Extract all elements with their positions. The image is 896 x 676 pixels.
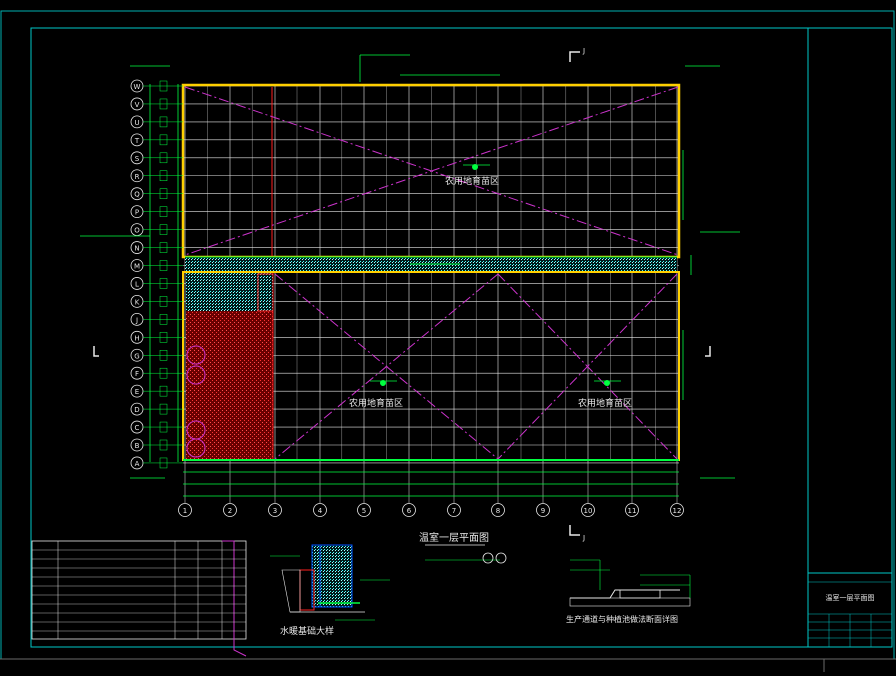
column-axis-8: 8 [491, 462, 505, 517]
row-axis-H: H [130, 330, 183, 344]
svg-text:K: K [135, 298, 140, 306]
svg-text:P: P [135, 209, 139, 217]
room-label-lower-right: 农用地育苗区 [578, 397, 632, 409]
svg-text:11: 11 [628, 507, 637, 515]
section-mark-bottom: J [582, 534, 585, 542]
svg-text:H: H [134, 334, 139, 342]
room-label-upper: 农用地育苗区 [445, 175, 499, 187]
detail-corridor-section: 生产通道与种植池做法断面详图 [566, 559, 691, 624]
svg-text:S: S [135, 155, 140, 163]
row-axis-J: J [130, 312, 183, 326]
svg-text:1: 1 [183, 507, 187, 515]
svg-text:B: B [135, 442, 140, 450]
svg-text:W: W [134, 83, 141, 91]
column-axis-9: 9 [536, 462, 550, 517]
column-axis-bubbles: 1 2 3 4 5 6 7 8 9 10 11 12 [178, 462, 684, 517]
svg-text:G: G [134, 352, 139, 360]
svg-text:T: T [134, 137, 140, 145]
svg-text:U: U [134, 119, 139, 127]
row-axis-C: C [130, 420, 183, 434]
svg-text:F: F [135, 370, 139, 378]
drawing-title: 温室一层平面图 [419, 531, 489, 544]
room-labels: 农用地育苗区 农用地育苗区 农用地育苗区 [349, 164, 632, 409]
row-axis-B: B [130, 438, 183, 452]
drawing-title-block: 温室一层平面图 [419, 531, 507, 564]
svg-text:10: 10 [584, 507, 593, 515]
svg-text:5: 5 [362, 507, 366, 515]
row-axis-S: S [130, 151, 183, 165]
lower-bay [182, 271, 680, 461]
row-axis-M: M [130, 259, 183, 272]
dimension-lines [80, 54, 740, 497]
svg-text:C: C [135, 424, 140, 432]
svg-text:7: 7 [452, 507, 456, 515]
row-axis-A: A [130, 456, 183, 470]
svg-text:12: 12 [673, 507, 682, 515]
row-axis-D: D [130, 402, 183, 416]
column-axis-4: 4 [313, 462, 327, 517]
row-axis-L: L [130, 277, 183, 290]
row-axis-N: N [130, 241, 183, 254]
column-axis-2: 2 [223, 462, 237, 517]
row-axis-V: V [130, 97, 183, 111]
svg-text:2: 2 [228, 507, 232, 515]
column-axis-6: 6 [402, 462, 416, 517]
column-axis-1: 1 [178, 462, 192, 517]
row-axis-bubbles: W V U T S R Q P O N M L K J H G F E D C B A [130, 79, 183, 470]
row-axis-W: W [130, 79, 183, 93]
room-label-lower-left: 农用地育苗区 [349, 397, 403, 409]
svg-text:V: V [135, 101, 140, 109]
svg-text:N: N [134, 245, 139, 253]
svg-text:R: R [135, 173, 140, 181]
title-block-drawing-name: 温室一层平面图 [826, 593, 875, 602]
column-axis-3: 3 [268, 462, 282, 517]
column-axis-12: 12 [670, 462, 684, 517]
svg-text:4: 4 [318, 507, 323, 515]
row-axis-P: P [130, 205, 183, 219]
row-axis-U: U [130, 115, 183, 129]
row-axis-O: O [130, 223, 183, 237]
row-axis-G: G [130, 348, 183, 362]
column-axis-11: 11 [625, 462, 639, 517]
column-axis-10: 10 [581, 462, 595, 517]
legend-table [31, 540, 247, 657]
detail-water-heating-foundation: 水暖基础大样 [270, 544, 390, 637]
row-axis-K: K [130, 294, 183, 308]
svg-text:6: 6 [407, 507, 412, 515]
upper-bay [181, 83, 681, 259]
svg-text:M: M [134, 263, 140, 271]
detail-title-corridor: 生产通道与种植池做法断面详图 [566, 614, 678, 624]
svg-text:3: 3 [273, 507, 277, 515]
cad-drawing-viewport[interactable]: 农用地育苗区 农用地育苗区 农用地育苗区 W V U T S R Q P O N M L K J H G F E D… [0, 0, 896, 672]
svg-text:A: A [135, 460, 140, 468]
svg-text:D: D [134, 406, 139, 414]
row-axis-T: T [130, 133, 183, 147]
detail-title-foundation: 水暖基础大样 [280, 625, 334, 637]
column-axis-5: 5 [357, 462, 371, 517]
svg-text:L: L [135, 280, 139, 288]
svg-text:8: 8 [496, 507, 500, 515]
svg-text:O: O [134, 227, 140, 235]
row-axis-R: R [130, 169, 183, 183]
svg-text:Q: Q [134, 191, 140, 199]
svg-text:E: E [135, 388, 139, 396]
title-block: 温室一层平面图 [808, 572, 892, 647]
svg-text:9: 9 [541, 507, 545, 515]
section-mark-top: J [582, 47, 585, 55]
svg-text:J: J [135, 316, 138, 324]
row-axis-Q: Q [130, 187, 183, 201]
column-axis-7: 7 [447, 462, 461, 517]
corridor-band [185, 256, 677, 273]
row-axis-E: E [130, 384, 183, 398]
row-axis-F: F [130, 366, 183, 380]
